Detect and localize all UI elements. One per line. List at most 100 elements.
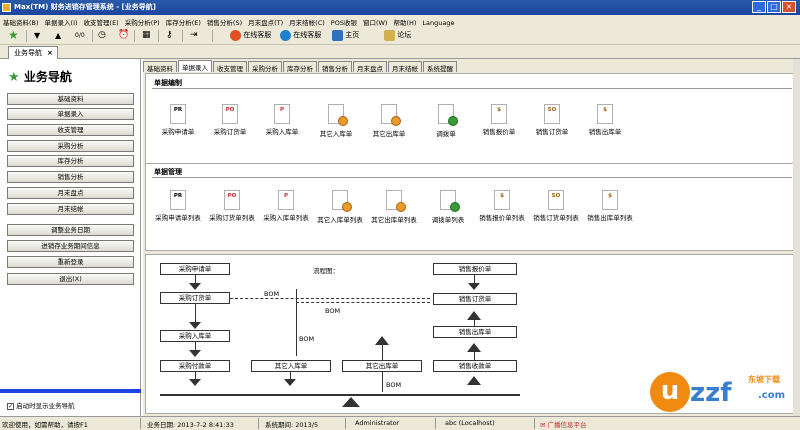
flow-other-in[interactable]: 其它入库单 xyxy=(251,360,331,372)
bom-label: BOM xyxy=(299,335,315,343)
star-icon[interactable]: ★ xyxy=(8,28,19,43)
flow-other-out[interactable]: 其它出库单 xyxy=(342,360,422,372)
flow-sales-order[interactable]: 销售订货单 xyxy=(433,293,517,305)
tab-month-end-close[interactable]: 月末结帐 xyxy=(388,61,422,73)
nav-button-basic-data[interactable]: 基础资料 xyxy=(7,93,134,105)
doc-po-icon: PO xyxy=(222,104,238,124)
menu-basic-data[interactable]: 基础资料(B) xyxy=(0,15,42,27)
watermark-logo: u zzf .com 东坡下载 xyxy=(650,372,796,414)
tab-basic-data[interactable]: 基础资料 xyxy=(143,61,177,73)
doc-other-out-list[interactable]: 其它出库单列表 xyxy=(366,190,422,235)
menu-help[interactable]: 帮助(H) xyxy=(390,15,419,27)
flow-purchase-request[interactable]: 采购申请单 xyxy=(160,263,230,275)
doc-purchase-order-list[interactable]: PO 采购订货单列表 xyxy=(204,190,260,235)
exit-icon[interactable]: ⇥ xyxy=(190,28,198,43)
nav-button-finance[interactable]: 收支管理 xyxy=(7,124,134,136)
doc-sales-order[interactable]: SO 销售订货单 xyxy=(524,104,580,149)
homepage-button[interactable]: 主页 xyxy=(332,28,359,43)
menu-document-entry[interactable]: 单据录入(I) xyxy=(42,15,81,27)
doc-other-in-list[interactable]: 其它入库单列表 xyxy=(312,190,368,235)
doc-other-in[interactable]: 其它入库单 xyxy=(308,104,364,149)
maximize-button[interactable]: □ xyxy=(767,1,781,13)
flow-sales-quote[interactable]: 销售报价单 xyxy=(433,263,517,275)
menu-window[interactable]: 窗口(W) xyxy=(360,15,391,27)
arrow-up-icon[interactable]: ▲ xyxy=(55,28,61,43)
tab-sales-analysis[interactable]: 销售分析 xyxy=(318,61,352,73)
tab-month-end-count[interactable]: 月末盘点 xyxy=(353,61,387,73)
doc-sales-quote[interactable]: $ 销售报价单 xyxy=(471,104,527,149)
show-nav-on-start-checkbox[interactable]: ✓ 启动时显示业务导航 xyxy=(7,400,75,410)
vertical-scrollbar[interactable] xyxy=(793,59,800,416)
clock-icon[interactable]: ◷ xyxy=(98,28,106,43)
nav-button-adjust-date[interactable]: 调整业务日期 xyxy=(7,224,134,236)
tab-finance[interactable]: 收支管理 xyxy=(213,61,247,73)
online-service-button-1[interactable]: 在线客服 xyxy=(230,28,271,43)
arrow-down-icon[interactable]: ▼ xyxy=(34,28,40,43)
minimize-button[interactable]: _ xyxy=(752,1,766,13)
close-button[interactable]: × xyxy=(782,1,796,13)
menu-purchase-analysis[interactable]: 采购分析(P) xyxy=(122,15,163,27)
title-bar: Max(TM) 财务进销存管理系统 - [业务导航] xyxy=(0,0,800,15)
nav-button-document-entry[interactable]: 单据录入 xyxy=(7,108,134,120)
flow-sales-out[interactable]: 销售出库单 xyxy=(433,326,517,338)
menu-month-end-close[interactable]: 月末结帐(C) xyxy=(286,15,328,27)
nav-button-inventory-analysis[interactable]: 库存分析 xyxy=(7,155,134,167)
alarm-icon[interactable]: ⏰ xyxy=(118,28,129,43)
doc-sales-out-list[interactable]: $ 销售出库单列表 xyxy=(582,190,638,235)
flow-sales-receipt[interactable]: 销售收款单 xyxy=(433,360,517,372)
nav-button-sales-analysis[interactable]: 销售分析 xyxy=(7,171,134,183)
toolbar: ★ ▼ ▲ 0/0 ◷ ⏰ ▦ ⚷ ⇥ 在线客服 在线客服 主页 论坛 xyxy=(0,27,800,45)
nav-button-month-end-close[interactable]: 月末结帐 xyxy=(7,203,134,215)
arrow-down-icon xyxy=(189,322,201,329)
status-period: 系统期间: 2013/5 xyxy=(265,421,319,429)
doc-sales-order-list[interactable]: SO 销售订货单列表 xyxy=(528,190,584,235)
status-separator xyxy=(140,418,141,429)
nav-button-month-end-count[interactable]: 月末盘点 xyxy=(7,187,134,199)
flow-purchase-receipt[interactable]: 采购入库单 xyxy=(160,330,230,342)
doc-sales-out[interactable]: $ 销售出库单 xyxy=(577,104,633,149)
arrow-up-icon xyxy=(467,376,481,385)
nav-button-exit[interactable]: 退出(X) xyxy=(7,273,134,285)
doc-transfer-list[interactable]: 调拨单列表 xyxy=(420,190,476,235)
tab-purchase-analysis[interactable]: 采购分析 xyxy=(248,61,282,73)
uzzf-logo-icon: u xyxy=(650,372,690,412)
star-icon: ★ xyxy=(8,70,20,85)
doc-purchase-receipt[interactable]: P 采购入库单 xyxy=(254,104,310,149)
tab-inventory-analysis[interactable]: 库存分析 xyxy=(283,61,317,73)
flow-purchase-payment[interactable]: 采购付款单 xyxy=(160,360,230,372)
doc-sales-out-list-icon: $ xyxy=(602,190,618,210)
tab-system-reminder[interactable]: 系统提醒 xyxy=(423,61,457,73)
skype-icon xyxy=(280,29,291,41)
tab-business-nav[interactable]: 业务导航 × xyxy=(8,46,58,59)
number-icon[interactable]: 0/0 xyxy=(75,28,85,43)
doc-other-out[interactable]: 其它出库单 xyxy=(361,104,417,149)
nav-button-relogin[interactable]: 重新登录 xyxy=(7,256,134,268)
nav-button-period-info[interactable]: 进销存业务期间信息 xyxy=(7,240,134,252)
menu-finance[interactable]: 收支管理(E) xyxy=(81,15,122,27)
menu-month-end-count[interactable]: 月末盘点(T) xyxy=(245,15,286,27)
online-service-button-2[interactable]: 在线客服 xyxy=(280,28,321,43)
doc-so-list-icon: SO xyxy=(548,190,564,210)
menu-sales-analysis[interactable]: 销售分析(S) xyxy=(204,15,245,27)
flow-connector xyxy=(195,304,196,323)
menu-pos[interactable]: POS收银 xyxy=(328,15,360,27)
forum-button[interactable]: 论坛 xyxy=(384,28,411,43)
status-ad[interactable]: ✉ 广播信息平台 xyxy=(540,419,587,429)
doc-purchase-request[interactable]: PR 采购申请单 xyxy=(150,104,206,149)
arrow-down-icon xyxy=(189,350,201,357)
doc-sales-out-icon: $ xyxy=(597,104,613,124)
menu-inventory-analysis[interactable]: 库存分析(E) xyxy=(163,15,204,27)
doc-sales-quote-list[interactable]: $ 销售报价单列表 xyxy=(474,190,530,235)
flow-purchase-order[interactable]: 采购订货单 xyxy=(160,292,230,304)
doc-purchase-order[interactable]: PO 采购订货单 xyxy=(202,104,258,149)
calculator-icon[interactable]: ▦ xyxy=(142,28,151,43)
tab-document-entry[interactable]: 单据录入 xyxy=(178,60,212,72)
doc-transfer[interactable]: 调拨单 xyxy=(418,104,474,149)
doc-purchase-request-list[interactable]: PR 采购申请单列表 xyxy=(150,190,206,235)
flow-connector xyxy=(382,372,383,392)
key-icon[interactable]: ⚷ xyxy=(166,28,173,43)
section-divider xyxy=(152,88,792,89)
doc-purchase-receipt-list[interactable]: P 采购入库单列表 xyxy=(258,190,314,235)
tab-close-icon[interactable]: × xyxy=(47,49,53,57)
nav-button-purchase-analysis[interactable]: 采购分析 xyxy=(7,140,134,152)
